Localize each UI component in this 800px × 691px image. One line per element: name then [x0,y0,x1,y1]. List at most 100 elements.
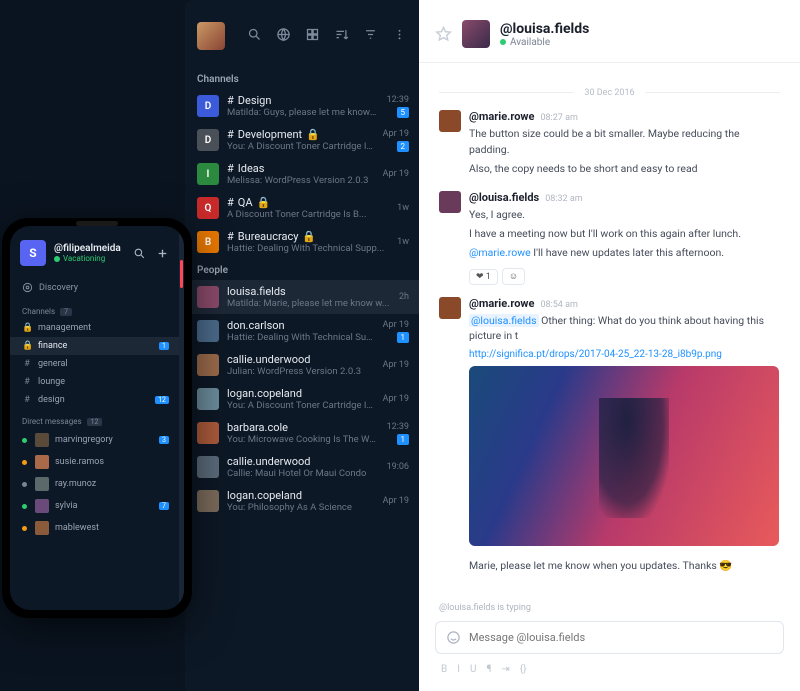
phone-dm-item[interactable]: marvingregory3 [10,429,179,451]
channel-avatar: B [197,231,219,253]
message-time: 08:27 am [540,113,577,123]
dm-name: mablewest [55,523,169,533]
channels-section-label: Channels [185,68,419,89]
person-preview: Hattie: Dealing With Technical Support [227,332,375,343]
phone-channel-item[interactable]: 🔒finance1 [10,337,179,355]
person-avatar [197,388,219,410]
more-icon[interactable] [392,27,407,45]
reaction[interactable]: ❤ 1 [469,269,498,285]
person-name: logan.copeland [227,387,375,400]
sort-icon[interactable] [334,27,349,45]
filter-icon[interactable] [363,27,378,45]
dm-avatar [35,521,49,535]
phone-dm-item[interactable]: susie.ramos [10,451,179,473]
person-item[interactable]: logan.copeland You: Philosophy As A Scie… [185,484,419,518]
unread-badge: 2 [397,141,410,152]
dm-name: ray.munoz [55,479,169,489]
status-dot-icon [22,482,27,487]
phone-user-avatar[interactable]: S [20,240,46,266]
globe-icon[interactable] [276,27,291,45]
message-composer[interactable] [435,621,784,654]
add-reaction-button[interactable]: ☺ [502,268,525,285]
phone-channel-item[interactable]: 🔒management [10,319,179,337]
channel-item[interactable]: I #Ideas Melissa: WordPress Version 2.0.… [185,157,419,191]
message-text: @louisa.fields Other thing: What do you … [469,313,780,345]
add-icon[interactable] [156,247,169,260]
dm-avatar [35,433,49,447]
phone-dm-item[interactable]: sylvia7 [10,495,179,517]
message-avatar[interactable] [439,297,461,319]
phone-header: S @filipealmeida Vacationing [10,226,179,276]
message-text: Marie, please let me know when you updat… [469,558,780,574]
channel-item[interactable]: B #Bureaucracy 🔒 Hattie: Dealing With Te… [185,225,419,259]
person-item[interactable]: callie.underwood Julian: WordPress Versi… [185,348,419,382]
person-preview: You: A Discount Toner Cartridge Is B... [227,400,375,411]
message-avatar[interactable] [439,191,461,213]
format-button[interactable]: U [470,664,476,675]
phone-channel-item[interactable]: #design12 [10,391,179,409]
message-text: Yes, I agree. [469,207,780,223]
message-text: I have a meeting now but I'll work on th… [469,226,780,242]
phone-channel-item[interactable]: #general [10,355,179,373]
lock-icon: 🔒 [22,323,32,333]
search-icon[interactable] [247,27,262,45]
person-item[interactable]: barbara.cole You: Microwave Cooking Is T… [185,416,419,450]
phone-channel-item[interactable]: #lounge [10,373,179,391]
message-author[interactable]: @louisa.fields [469,191,539,204]
format-button[interactable]: I [457,664,460,675]
channel-item[interactable]: D #Design Matilda: Guys, please let me k… [185,89,419,123]
person-preview: Matilda: Marie, please let me know w... [227,298,391,309]
composer-input[interactable] [469,631,773,644]
phone-scrollbar[interactable] [179,226,184,610]
person-time: Apr 19 [383,394,409,404]
person-item[interactable]: logan.copeland You: A Discount Toner Car… [185,382,419,416]
mention[interactable]: @louisa.fields [469,314,539,327]
image-attachment[interactable] [469,366,779,546]
person-name: louisa.fields [227,285,391,298]
person-preview: Callie: Maui Hotel Or Maui Condo [227,468,379,479]
dm-avatar [35,455,49,469]
person-avatar [197,490,219,512]
lock-icon: 🔒 [22,341,32,351]
conversation-pane: @louisa.fields Available 30 Dec 2016 @ma… [419,0,800,691]
conversation-avatar[interactable] [462,20,490,48]
person-name: callie.underwood [227,455,379,468]
channel-time: 1w [397,237,409,247]
message-author[interactable]: @marie.rowe [469,297,534,310]
phone-dm-item[interactable]: ray.munoz [10,473,179,495]
format-toolbar: BIU ¶ ⇥ {} [419,664,800,691]
channel-preview: Hattie: Dealing With Technical Supp... [227,243,389,254]
person-time: Apr 19 [383,320,409,330]
person-avatar [197,456,219,478]
person-item[interactable]: louisa.fields Matilda: Marie, please let… [185,280,419,314]
mention[interactable]: @marie.rowe [469,246,531,259]
person-time: 12:39 [387,422,409,432]
format-button[interactable]: ¶ [486,664,491,675]
message-list[interactable]: 30 Dec 2016 @marie.rowe08:27 amThe butto… [419,63,800,603]
person-item[interactable]: callie.underwood Callie: Maui Hotel Or M… [185,450,419,484]
star-icon[interactable] [435,26,452,43]
unread-badge: 1 [397,332,410,343]
grid-icon[interactable] [305,27,320,45]
message-link[interactable]: http://significa.pt/drops/2017-04-25_22-… [469,349,722,360]
person-preview: Julian: WordPress Version 2.0.3 [227,366,375,377]
current-user-avatar[interactable] [197,22,225,50]
channel-preview: Matilda: Guys, please let me know wh... [227,107,379,118]
message-avatar[interactable] [439,110,461,132]
format-button[interactable]: {} [520,664,527,675]
format-button[interactable]: B [441,664,447,675]
phone-channels-section: Channels7 [10,299,179,319]
channel-item[interactable]: D #Development 🔒 You: A Discount Toner C… [185,123,419,157]
phone-user-handle: @filipealmeida [54,243,125,254]
format-button[interactable]: ⇥ [501,664,509,675]
phone-dm-item[interactable]: mablewest [10,517,179,539]
discovery-link[interactable]: Discovery [10,276,179,299]
dm-name: marvingregory [55,435,153,445]
emoji-icon[interactable] [446,630,461,645]
person-name: barbara.cole [227,421,379,434]
message-author[interactable]: @marie.rowe [469,110,534,123]
channel-item[interactable]: Q #QA 🔒 A Discount Toner Cartridge Is B.… [185,191,419,225]
search-icon[interactable] [133,247,146,260]
channel-name: design [38,395,149,405]
person-item[interactable]: don.carlson Hattie: Dealing With Technic… [185,314,419,348]
